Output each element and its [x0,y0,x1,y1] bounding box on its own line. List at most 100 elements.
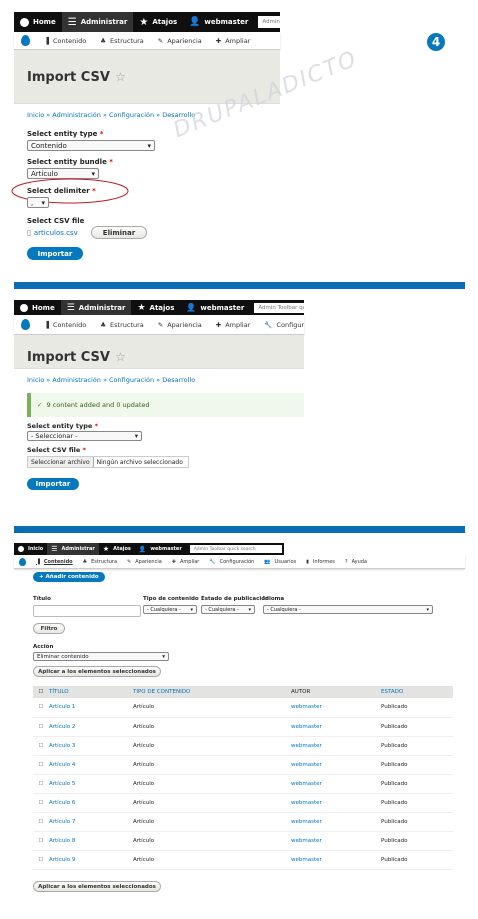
tray-logo[interactable] [14,35,37,46]
file-link[interactable]: ▯ articulos.csv [27,229,78,237]
choose-file-button[interactable]: Seleccionar archivo [28,457,94,467]
row-author-link[interactable]: webmaster [291,698,381,717]
tray-item-extend[interactable]: ✚ Ampliar [209,321,258,329]
tray-logo[interactable] [14,557,31,566]
tray-item-config[interactable]: 🔧Configuración [204,559,259,565]
row-title-link[interactable]: Artículo 6 [49,793,133,812]
breadcrumb[interactable]: Inicio » Administración » Configuración … [27,376,195,384]
add-content-button[interactable]: + Añadir contenido [33,572,105,582]
breadcrumb[interactable]: Inicio » Administración » Configuración … [27,111,195,119]
row-checkbox[interactable]: ☐ [33,717,49,736]
remove-file-button[interactable]: Eliminar [91,226,147,239]
toolbar-home[interactable]: Home [14,300,61,315]
table-row: ☐ Artículo 6 Artículo webmaster Publicado [33,793,453,812]
row-type: Artículo [133,818,155,825]
file-input[interactable]: Seleccionar archivo Ningún archivo selec… [27,456,189,468]
toolbar-home[interactable]: Home [14,12,62,32]
row-checkbox[interactable]: ☐ [33,850,49,869]
table-row: ☐ Artículo 1 Artículo webmaster Publicado [33,698,453,717]
entity-type-select[interactable]: - Seleccionar - ▾ [27,431,142,441]
row-title-link[interactable]: Artículo 2 [49,717,133,736]
paintbrush-icon: ✎ [157,320,164,329]
import-button[interactable]: Importar [27,478,79,490]
row-author-link[interactable]: webmaster [291,755,381,774]
tray-item-structure[interactable]: ♣ Estructura [78,559,122,565]
toolbar-shortcuts[interactable]: ★ Atajos [133,12,183,32]
toolbar-search-input[interactable]: Admin Toolbar [258,16,280,28]
filter-title-input[interactable] [33,605,141,617]
row-checkbox[interactable]: ☐ [33,812,49,831]
row-type: Artículo [133,780,155,787]
tray-item-content[interactable]: ▐ Contenido [37,37,93,45]
toolbar-search-input[interactable]: Admin Toolbar quick search [254,302,304,313]
tray-logo[interactable] [14,319,37,330]
import-button[interactable]: Importar [27,247,83,260]
tray-item-extend[interactable]: ✚ Ampliar [209,37,258,45]
tray-item-content[interactable]: ▐ Contenido [31,559,78,565]
column-status[interactable]: ESTADO [381,686,453,698]
row-title-link[interactable]: Artículo 8 [49,831,133,850]
row-title-link[interactable]: Artículo 5 [49,774,133,793]
tray-item-structure[interactable]: ♣ Estructura [93,321,151,329]
column-title[interactable]: TÍTULO [49,686,133,698]
page-title: Import CSV [27,70,110,85]
column-type[interactable]: TIPO DE CONTENIDO [133,686,291,698]
row-author-link[interactable]: webmaster [291,717,381,736]
shortcut-star-icon[interactable]: ☆ [115,350,126,364]
row-title-link[interactable]: Artículo 7 [49,812,133,831]
toolbar-user[interactable]: 👤 webmaster [183,12,254,32]
row-author-link[interactable]: webmaster [291,812,381,831]
shortcut-star-icon[interactable]: ☆ [115,70,126,84]
row-title-link[interactable]: Artículo 9 [49,850,133,869]
row-author-link[interactable]: webmaster [291,736,381,755]
tray-item-people[interactable]: 👥 Usuarios [259,559,301,565]
filter-status-select[interactable]: - Cualquiera - ▾ [201,605,255,614]
tray-item-structure[interactable]: ♣ Estructura [93,37,151,45]
toolbar-shortcuts[interactable]: ★ Atajos [99,543,135,555]
toolbar-home[interactable]: Inicio [14,543,47,555]
row-title-link[interactable]: Artículo 3 [49,736,133,755]
toolbar-user[interactable]: 👤 webmaster [135,543,186,555]
row-author-link[interactable]: webmaster [291,850,381,869]
row-title-link[interactable]: Artículo 4 [49,755,133,774]
filter-lang-select[interactable]: - Cualquiera - ▾ [263,605,433,614]
select-all-checkbox-cell[interactable]: ☐ [33,686,49,698]
row-checkbox[interactable]: ☐ [33,793,49,812]
table-row: ☐ Artículo 4 Artículo webmaster Publicado [33,755,453,774]
toolbar-manage[interactable]: ☰ Administrar [61,12,134,32]
tray-item-config[interactable]: 🔧Configuración [257,321,304,329]
row-checkbox[interactable]: ☐ [33,831,49,850]
tray-item-reports[interactable]: ▮ Informes [301,559,340,565]
toolbar-shortcuts[interactable]: ★ Atajos [131,300,180,315]
chevron-down-icon: ▾ [41,198,45,207]
toolbar-user[interactable]: 👤 webmaster [180,300,250,315]
row-author-link[interactable]: webmaster [291,793,381,812]
row-author-link[interactable]: webmaster [291,774,381,793]
delimiter-select[interactable]: , ▾ [27,197,49,208]
row-checkbox[interactable]: ☐ [33,774,49,793]
drupal-drop-icon [21,35,30,46]
entity-type-select[interactable]: Contenido ▾ [27,140,155,151]
filter-type-select[interactable]: - Cualquiera - ▾ [143,605,197,614]
row-checkbox[interactable]: ☐ [33,736,49,755]
action-select[interactable]: Eliminar contenido ▾ [33,652,169,661]
row-type: Artículo [133,742,155,749]
tray-item-extend[interactable]: ✚ Ampliar [167,559,205,565]
toolbar-manage[interactable]: ☰ Administrar [60,300,132,315]
row-type: Artículo [133,704,155,711]
tray-item-appearance[interactable]: ✎ Apariencia [151,321,209,329]
tray-item-appearance[interactable]: ✎ Apariencia [122,559,167,565]
tray-item-help[interactable]: ? Ayuda [340,559,372,565]
help-icon: ? [344,558,348,565]
row-title-link[interactable]: Artículo 1 [49,698,133,717]
row-checkbox[interactable]: ☐ [33,698,49,717]
tray-item-appearance[interactable]: ✎ Apariencia [151,37,209,45]
row-author-link[interactable]: webmaster [291,831,381,850]
row-checkbox[interactable]: ☐ [33,755,49,774]
tray-item-content[interactable]: ▐ Contenido [37,321,93,329]
toolbar-manage[interactable]: ☰ Administrar [47,543,99,555]
filter-button[interactable]: Filtro [33,623,65,634]
apply-button-top[interactable]: Aplicar a los elementos seleccionados [33,666,161,677]
toolbar-search-input[interactable]: Admin Toolbar quick search [189,545,282,553]
apply-button-bottom[interactable]: Aplicar a los elementos seleccionados [33,881,161,892]
